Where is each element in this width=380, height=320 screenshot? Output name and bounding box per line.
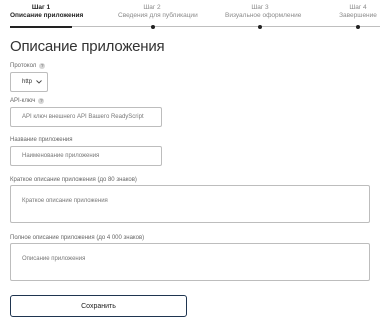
question-icon[interactable]: ? [38, 98, 45, 104]
step-dot [356, 24, 360, 29]
app-name-field[interactable]: Наименование приложения [10, 146, 162, 166]
api-key-label: API-ключ ? [10, 98, 45, 104]
step-label: Сведения для публикации [118, 12, 198, 19]
chevron-down-icon [36, 80, 42, 84]
app-name-label: Название приложения [10, 137, 73, 143]
protocol-select[interactable]: http [10, 72, 48, 92]
save-button[interactable]: Сохранить [10, 295, 187, 317]
full-description-placeholder: Описание приложения [22, 256, 86, 262]
short-description-label: Краткое описание приложения (до 80 знако… [10, 177, 137, 183]
app-name-placeholder: Наименование приложения [22, 153, 100, 159]
step-2[interactable]: Шаг 2 Сведения для публикации [118, 4, 198, 20]
short-description-placeholder: Краткое описание приложения [22, 198, 108, 204]
full-description-label: Полное описание приложения (до 4 000 зна… [10, 235, 145, 241]
step-label: Описание приложения [10, 12, 84, 19]
short-description-field[interactable]: Краткое описание приложения [10, 185, 370, 223]
step-number: Шаг 3 [251, 4, 269, 11]
step-3[interactable]: Шаг 3 Визуальное оформление [225, 4, 302, 20]
step-label: Визуальное оформление [225, 12, 302, 19]
full-description-field[interactable]: Описание приложения [10, 243, 370, 281]
page-title: Описание приложения [10, 38, 165, 55]
step-4[interactable]: Шаг 4 Завершение [338, 4, 378, 20]
step-dot [258, 24, 262, 29]
stepper-track-active [10, 25, 72, 28]
step-number: Шаг 1 [31, 4, 51, 11]
step-label: Завершение [339, 12, 377, 19]
protocol-value: http [22, 79, 33, 85]
step-1[interactable]: Шаг 1 Описание приложения [10, 4, 84, 20]
step-dot [151, 24, 155, 29]
step-number: Шаг 4 [349, 4, 367, 11]
api-key-placeholder: API ключ внешнего API Вашего ReadyScript [22, 114, 144, 120]
step-number: Шаг 2 [143, 4, 161, 11]
progress-stepper: Шаг 1 Описание приложения Шаг 2 Сведения… [0, 0, 380, 32]
question-icon[interactable]: ? [39, 63, 46, 69]
api-key-field[interactable]: API ключ внешнего API Вашего ReadyScript [10, 107, 162, 127]
protocol-label: Протокол ? [10, 63, 46, 69]
